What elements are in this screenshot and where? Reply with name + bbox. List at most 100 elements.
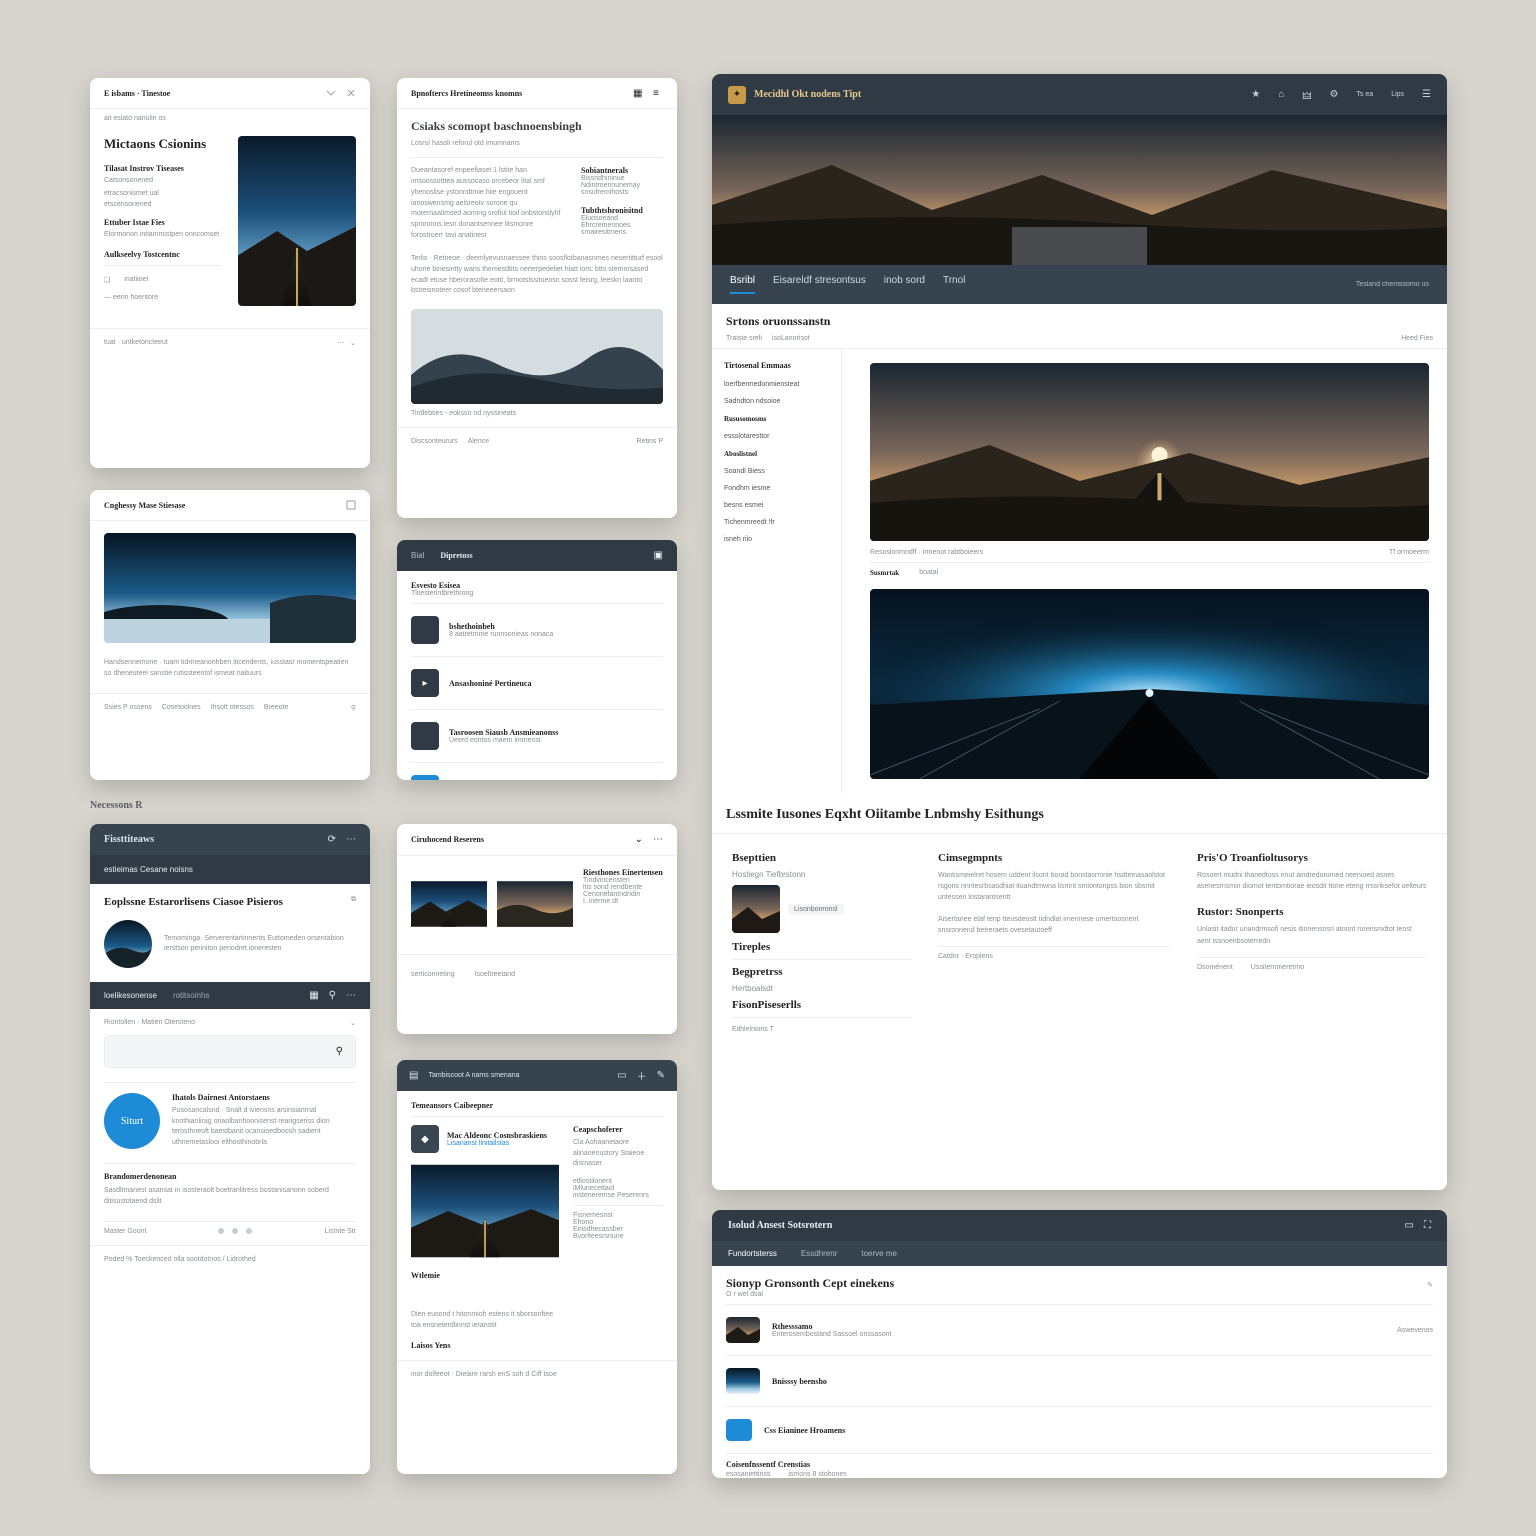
- list-item[interactable]: Bvorlteesrsnune: [573, 1233, 663, 1240]
- tab-active[interactable]: Dipretoss: [440, 551, 472, 560]
- tab[interactable]: Trnol: [943, 275, 965, 294]
- link[interactable]: Retins P: [637, 438, 663, 445]
- link[interactable]: Heed Fies: [1401, 335, 1433, 342]
- list-item[interactable]: etracsonismet ual: [104, 190, 222, 197]
- nav-link[interactable]: Lips: [1391, 91, 1404, 98]
- list-item[interactable]: Fisnemesnst: [573, 1212, 663, 1219]
- star-icon[interactable]: ★: [1251, 89, 1260, 100]
- pill[interactable]: Lisonbonronsl: [788, 904, 844, 915]
- brand-name[interactable]: Mecidhl Okt nodens Tipt: [754, 89, 861, 100]
- list-item[interactable]: Cenonefantndndin: [583, 891, 663, 898]
- tab[interactable]: rotitsoinhs: [173, 991, 209, 1000]
- tag[interactable]: Breeote: [264, 704, 289, 711]
- sidebar-item[interactable]: Soandl Biess: [724, 463, 829, 480]
- tag[interactable]: Discsonteururs: [411, 438, 458, 445]
- bookmark-icon[interactable]: ▣: [654, 550, 663, 561]
- chevron-down-icon[interactable]: [326, 88, 336, 98]
- tab[interactable]: Eisareldf stresontsus: [773, 275, 866, 294]
- sidebar-item[interactable]: Fondhm iesme: [724, 480, 829, 497]
- sidebar-item[interactable]: isneh riio: [724, 531, 829, 548]
- list-item[interactable]: insteneremse Peserenrs: [573, 1192, 663, 1199]
- list-item[interactable]: Ansashoniné Pertineuca: [449, 679, 531, 688]
- sidebar-item[interactable]: Aboslistnel: [724, 445, 829, 463]
- list-item[interactable]: etllostilonent: [573, 1178, 663, 1185]
- pager-label[interactable]: Listnte Str: [324, 1228, 356, 1235]
- tag[interactable]: Ussiternmeretmo: [1251, 964, 1304, 971]
- list-item[interactable]: iMlunecettaol: [573, 1185, 663, 1192]
- gear-icon[interactable]: ⚙: [1329, 89, 1338, 100]
- tag[interactable]: serticonneting: [411, 971, 455, 978]
- list-item[interactable]: smairesitmens: [581, 229, 663, 236]
- tab[interactable]: toerve me: [861, 1249, 897, 1258]
- list-item[interactable]: Ehrcremennoes: [581, 222, 663, 229]
- tag[interactable]: Ssies P ossens: [104, 704, 152, 711]
- list-item[interactable]: FisonPiseserlls: [732, 999, 912, 1011]
- list-item[interactable]: snsufremihosts: [581, 189, 663, 196]
- post-title[interactable]: Ihatols Dairnest Antorstaens: [172, 1093, 356, 1102]
- expand-icon[interactable]: [346, 500, 356, 510]
- home-icon[interactable]: ⌂: [1278, 89, 1284, 100]
- search-icon[interactable]: ⚲: [351, 704, 356, 712]
- tag[interactable]: Ihsott otessos: [211, 704, 254, 711]
- list-item[interactable]: Ndintroennunemay: [581, 182, 663, 189]
- list-item[interactable]: etscensonened: [104, 201, 222, 208]
- tab-active[interactable]: Fundortsterss: [728, 1249, 777, 1258]
- more-icon[interactable]: ⋯: [653, 834, 663, 845]
- copy-icon[interactable]: ⧉: [351, 896, 356, 904]
- bookmark-icon[interactable]: ❏: [104, 276, 110, 284]
- plus-icon[interactable]: ＋: [637, 1068, 647, 1083]
- link[interactable]: inatiioel: [124, 276, 148, 284]
- list-item[interactable]: ltis sond rendbente: [583, 884, 663, 891]
- list-item[interactable]: I. inerme dt: [583, 898, 663, 905]
- tab-active[interactable]: Bsribl: [730, 275, 755, 294]
- close-icon[interactable]: [346, 88, 356, 98]
- list-item[interactable]: Tasroosen Siausb Ansmieanonss: [449, 728, 558, 737]
- pager-label[interactable]: Master Goont: [104, 1228, 146, 1235]
- filter[interactable]: Susmrtak: [870, 569, 899, 577]
- edit-icon[interactable]: ✎: [657, 1070, 665, 1081]
- sidebar-item[interactable]: loerfbermedonmiensteat: [724, 376, 829, 393]
- sidebar-item[interactable]: Tichenmreedt !fr: [724, 514, 829, 531]
- list-item[interactable]: Css Eianinee Hroamens: [764, 1426, 845, 1435]
- list-item[interactable]: Ehono: [573, 1219, 663, 1226]
- tag[interactable]: Cosetoolnes: [162, 704, 201, 711]
- tab[interactable]: Essdhrenr: [801, 1249, 837, 1258]
- thumbnail[interactable]: [497, 868, 573, 940]
- search-input[interactable]: ⚲: [104, 1035, 356, 1068]
- tab[interactable]: Bial: [411, 551, 424, 560]
- chevron-down-icon[interactable]: ⌄: [635, 834, 643, 845]
- chevron-down-icon[interactable]: ⌄: [350, 1019, 356, 1027]
- link[interactable]: Lisananst linitallstas: [447, 1140, 547, 1147]
- play-icon[interactable]: ▸: [411, 669, 439, 697]
- thumbnail[interactable]: [411, 868, 487, 940]
- user-icon[interactable]: ☰: [1422, 89, 1431, 100]
- tag[interactable]: Isoeltreetand: [475, 971, 515, 978]
- grid-icon[interactable]: ▦: [309, 990, 318, 1001]
- list-item[interactable]: Bnisssy beensho: [772, 1377, 827, 1386]
- search-icon[interactable]: ⚲: [336, 1046, 343, 1057]
- window-icon[interactable]: ▭: [617, 1070, 626, 1081]
- link[interactable]: eerin hoentore: [113, 294, 158, 301]
- list-item[interactable]: bshethoinbeh: [449, 622, 553, 631]
- sidebar-item[interactable]: besns esmei: [724, 497, 829, 514]
- menu-icon[interactable]: ≡: [653, 88, 663, 98]
- list-item[interactable]: Tireples: [732, 941, 912, 953]
- pin-icon[interactable]: ⚲: [329, 990, 336, 1001]
- more-icon[interactable]: ⋯: [346, 990, 356, 1001]
- expand-icon[interactable]: ⛶: [1424, 1220, 1431, 1231]
- nav-link[interactable]: Ts ea: [1356, 91, 1373, 98]
- refresh-icon[interactable]: ⟳: [328, 834, 336, 845]
- list-item[interactable]: Rthesssamo: [772, 1322, 1385, 1331]
- bell-icon[interactable]: 🜲: [1302, 84, 1311, 105]
- grid-icon[interactable]: ▦: [633, 88, 643, 98]
- sidebar-item[interactable]: essslotaresttor: [724, 428, 829, 445]
- tag[interactable]: Alence: [468, 438, 489, 445]
- filter[interactable]: boatal: [919, 569, 938, 577]
- tab[interactable]: loelikesonense: [104, 991, 157, 1000]
- list-item[interactable]: Tindvincensten: [583, 877, 663, 884]
- edit-icon[interactable]: ✎: [1427, 1281, 1433, 1289]
- sidebar-item[interactable]: Rususomosms: [724, 410, 829, 428]
- list-item[interactable]: Catsonsonened: [104, 177, 222, 184]
- list-item[interactable]: Begpretrss: [732, 966, 912, 978]
- more-icon[interactable]: ⋯: [346, 834, 356, 845]
